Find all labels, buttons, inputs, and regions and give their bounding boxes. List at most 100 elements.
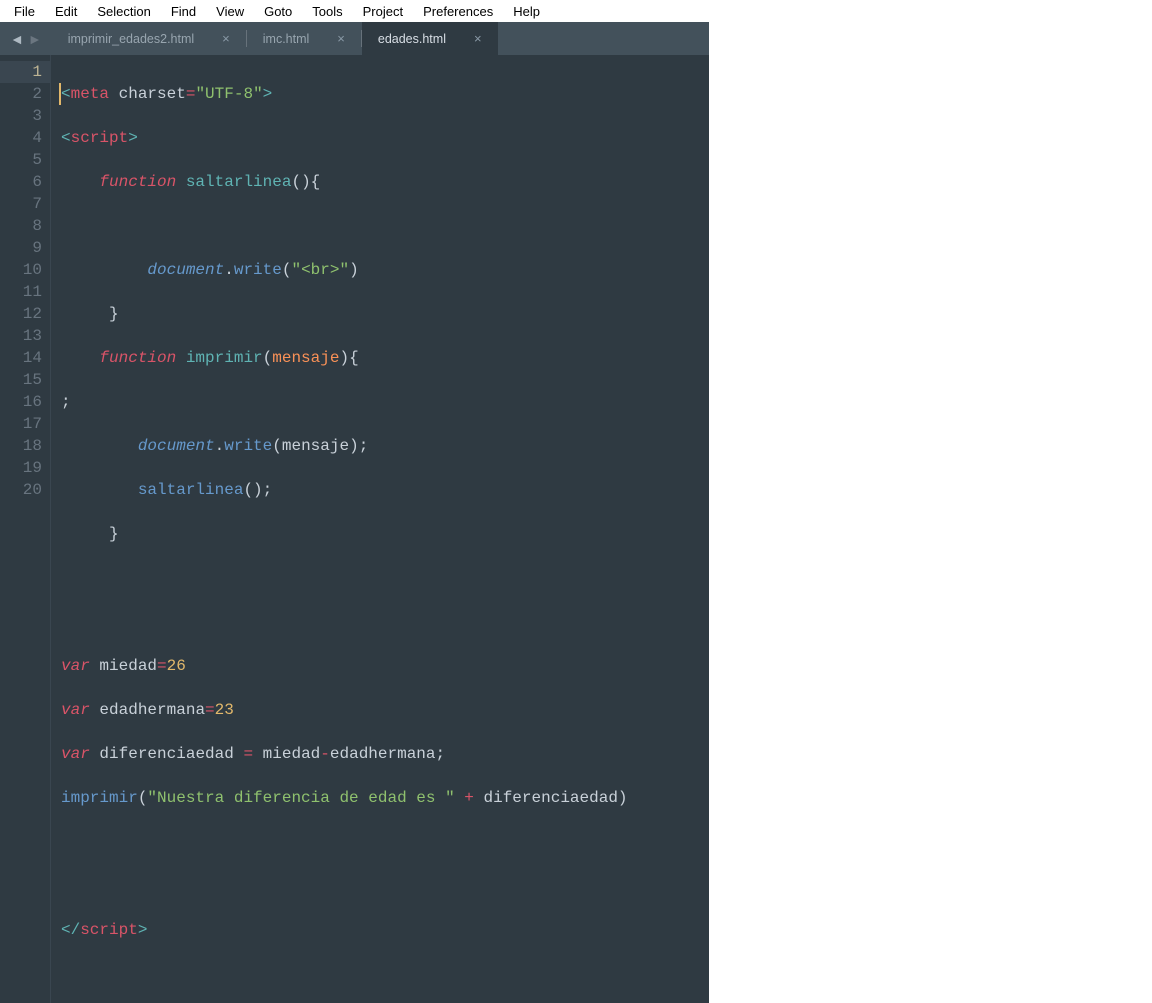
semicolon: ; xyxy=(436,745,446,763)
angle-bracket: > xyxy=(263,85,273,103)
operator: + xyxy=(464,789,474,807)
paren: ( xyxy=(138,789,148,807)
editor-area: ◄ ► imprimir_edades2.html×imc.html×edade… xyxy=(0,22,709,1003)
code-editor[interactable]: 1234567891011121314151617181920 <meta ch… xyxy=(0,55,709,1003)
paren: ( xyxy=(263,349,273,367)
method: write xyxy=(224,437,272,455)
paren: ( xyxy=(291,173,301,191)
identifier: miedad xyxy=(99,657,157,675)
call: imprimir xyxy=(61,789,138,807)
tab-bar: ◄ ► imprimir_edades2.html×imc.html×edade… xyxy=(0,22,709,55)
keyword: function xyxy=(99,173,176,191)
line-number: 17 xyxy=(16,413,42,435)
menu-edit[interactable]: Edit xyxy=(45,2,87,21)
menu-goto[interactable]: Goto xyxy=(254,2,302,21)
nav-back-icon[interactable]: ◄ xyxy=(10,31,24,47)
dot: . xyxy=(215,437,225,455)
keyword: var xyxy=(61,701,90,719)
tab-imc-html[interactable]: imc.html × xyxy=(247,22,361,55)
line-number: 1 xyxy=(0,61,50,83)
identifier: edadhermana xyxy=(330,745,436,763)
semicolon: ; xyxy=(359,437,369,455)
number: 23 xyxy=(215,701,234,719)
line-number: 10 xyxy=(16,259,42,281)
code-content[interactable]: <meta charset="UTF-8"> <script> function… xyxy=(51,55,628,1003)
semicolon: ; xyxy=(61,393,71,411)
brace: } xyxy=(109,305,119,323)
tab-label: imc.html xyxy=(263,32,310,46)
line-number: 4 xyxy=(16,127,42,149)
line-number: 11 xyxy=(16,281,42,303)
operator: = xyxy=(243,745,253,763)
parameter: mensaje xyxy=(272,349,339,367)
object: document xyxy=(138,437,215,455)
menu-file[interactable]: File xyxy=(4,2,45,21)
line-number: 3 xyxy=(16,105,42,127)
menu-find[interactable]: Find xyxy=(161,2,206,21)
identifier: diferenciaedad xyxy=(484,789,618,807)
paren: ) xyxy=(349,261,359,279)
keyword: var xyxy=(61,657,90,675)
angle-bracket: < xyxy=(61,129,71,147)
menu-help[interactable]: Help xyxy=(503,2,550,21)
operator: = xyxy=(205,701,215,719)
brace: { xyxy=(311,173,321,191)
brace: { xyxy=(349,349,359,367)
function-def: imprimir xyxy=(186,349,263,367)
close-icon[interactable]: × xyxy=(474,31,482,46)
number: 26 xyxy=(167,657,186,675)
angle-bracket: > xyxy=(128,129,138,147)
angle-bracket: < xyxy=(61,85,71,103)
line-number: 14 xyxy=(16,347,42,369)
line-number: 20 xyxy=(16,479,42,501)
line-number: 6 xyxy=(16,171,42,193)
tab-edades-html[interactable]: edades.html × xyxy=(362,22,498,55)
menu-bar: FileEditSelectionFindViewGotoToolsProjec… xyxy=(0,0,1152,22)
paren: ) xyxy=(339,349,349,367)
identifier: miedad xyxy=(263,745,321,763)
line-number: 2 xyxy=(16,83,42,105)
tab-label: imprimir_edades2.html xyxy=(68,32,194,46)
string: "<br>" xyxy=(291,261,349,279)
paren: ) xyxy=(349,437,359,455)
string: "UTF-8" xyxy=(195,85,262,103)
object: document xyxy=(147,261,224,279)
operator: - xyxy=(320,745,330,763)
string: "Nuestra diferencia de edad es " xyxy=(147,789,454,807)
function-def: saltarlinea xyxy=(186,173,292,191)
close-icon[interactable]: × xyxy=(337,31,345,46)
nav-forward-icon[interactable]: ► xyxy=(28,31,42,47)
menu-project[interactable]: Project xyxy=(353,2,413,21)
identifier: mensaje xyxy=(282,437,349,455)
menu-tools[interactable]: Tools xyxy=(302,2,352,21)
line-number: 16 xyxy=(16,391,42,413)
tab-imprimir_edades2-html[interactable]: imprimir_edades2.html × xyxy=(52,22,246,55)
method: write xyxy=(234,261,282,279)
line-number: 9 xyxy=(16,237,42,259)
paren: ( xyxy=(243,481,253,499)
paren: ) xyxy=(618,789,628,807)
brace: } xyxy=(109,525,119,543)
operator: = xyxy=(186,85,196,103)
tag-name: script xyxy=(71,129,129,147)
tab-label: edades.html xyxy=(378,32,446,46)
keyword: var xyxy=(61,745,90,763)
angle-bracket: > xyxy=(138,921,148,939)
line-number: 13 xyxy=(16,325,42,347)
tag-name: meta xyxy=(71,85,109,103)
line-number: 19 xyxy=(16,457,42,479)
identifier: diferenciaedad xyxy=(99,745,233,763)
dot: . xyxy=(224,261,234,279)
attr-name: charset xyxy=(119,85,186,103)
menu-preferences[interactable]: Preferences xyxy=(413,2,503,21)
close-icon[interactable]: × xyxy=(222,31,230,46)
call: saltarlinea xyxy=(138,481,244,499)
nav-history: ◄ ► xyxy=(0,22,52,55)
line-number: 15 xyxy=(16,369,42,391)
line-number: 8 xyxy=(16,215,42,237)
identifier: edadhermana xyxy=(99,701,205,719)
menu-view[interactable]: View xyxy=(206,2,254,21)
keyword: function xyxy=(99,349,176,367)
menu-selection[interactable]: Selection xyxy=(87,2,160,21)
semicolon: ; xyxy=(263,481,273,499)
